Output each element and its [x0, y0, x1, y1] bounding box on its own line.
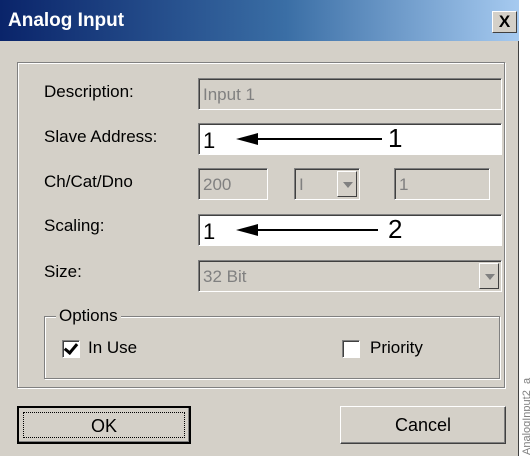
scaling-label: Scaling: [44, 216, 105, 235]
close-button[interactable]: X [492, 11, 517, 33]
slave-address-callout: 1 [388, 123, 403, 153]
side-caption-text: AnalogInput2_a [521, 377, 530, 455]
category-dropdown-icon [337, 171, 357, 197]
in-use-checkbox[interactable] [62, 340, 80, 358]
dno-field: 1 [394, 168, 490, 200]
ok-button[interactable]: OK [17, 406, 191, 444]
slave-address-arrowhead [236, 133, 258, 145]
description-label: Description: [44, 82, 134, 101]
category-value: I [299, 175, 304, 194]
in-use-label: In Use [88, 338, 138, 357]
scaling-arrowhead [236, 224, 258, 236]
ok-focus-ring [23, 412, 185, 438]
scaling-callout: 2 [388, 214, 403, 244]
description-field: Input 1 [198, 78, 502, 110]
dialog-title: Analog Input [8, 10, 125, 31]
options-legend: Options [56, 306, 121, 326]
priority-label: Priority [370, 338, 423, 357]
side-caption: AnalogInput2_a [520, 330, 530, 456]
size-label: Size: [44, 262, 82, 281]
size-value: 32 Bit [203, 267, 247, 286]
category-select: I [294, 168, 360, 200]
analog-input-dialog: Analog Input X Description: Input 1 Slav… [0, 0, 519, 456]
size-select: 32 Bit [198, 260, 502, 292]
title-bar[interactable]: Analog Input X [0, 0, 519, 41]
priority-checkbox[interactable] [342, 340, 360, 358]
size-dropdown-icon [479, 263, 499, 289]
ch-cat-dno-label: Ch/Cat/Dno [44, 172, 133, 191]
scaling-arrow [256, 229, 378, 231]
slave-address-label: Slave Address: [44, 127, 158, 146]
channel-field: 200 [198, 168, 268, 200]
slave-address-arrow [256, 138, 382, 140]
cancel-button[interactable]: Cancel [340, 406, 506, 444]
